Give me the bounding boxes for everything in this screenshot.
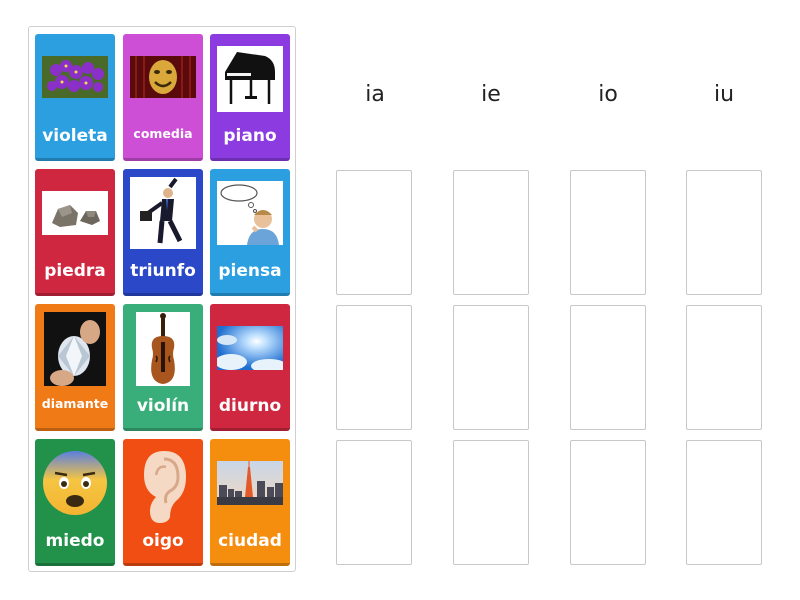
drop-slot-io-3[interactable]	[570, 440, 646, 565]
card-piano[interactable]: piano	[210, 34, 290, 161]
card-violeta[interactable]: violeta	[35, 34, 115, 161]
diamond-icon	[44, 312, 106, 386]
card-diurno[interactable]: diurno	[210, 304, 290, 431]
card-comedia[interactable]: comedia	[123, 34, 203, 161]
card-label: diurno	[218, 396, 282, 416]
card-label: piensa	[218, 261, 282, 281]
violet-flowers-icon	[42, 56, 108, 98]
drop-slot-ie-2[interactable]	[453, 305, 529, 430]
drop-slot-iu-3[interactable]	[686, 440, 762, 565]
card-label: piedra	[44, 261, 106, 281]
card-ciudad[interactable]: ciudad	[210, 439, 290, 566]
card-diamante[interactable]: diamante	[35, 304, 115, 431]
drop-slot-ia-1[interactable]	[336, 170, 412, 295]
drop-slot-iu-1[interactable]	[686, 170, 762, 295]
card-label: oigo	[142, 531, 184, 551]
sunny-sky-icon	[217, 326, 283, 370]
grand-piano-icon	[217, 46, 283, 112]
thinking-man-icon	[217, 181, 283, 245]
card-label: piano	[223, 126, 277, 146]
ear-icon	[144, 451, 186, 523]
fearful-face-icon	[43, 451, 107, 515]
drop-slot-ia-2[interactable]	[336, 305, 412, 430]
card-miedo[interactable]: miedo	[35, 439, 115, 566]
card-label: comedia	[133, 126, 193, 141]
column-header-io: io	[598, 82, 618, 107]
card-piensa[interactable]: piensa	[210, 169, 290, 296]
drop-slot-ia-3[interactable]	[336, 440, 412, 565]
column-header-iu: iu	[713, 82, 735, 107]
card-label: violín	[136, 396, 190, 416]
violin-icon	[136, 312, 190, 386]
comedy-mask-icon	[130, 56, 196, 98]
drop-slot-io-2[interactable]	[570, 305, 646, 430]
drop-slot-ie-3[interactable]	[453, 440, 529, 565]
column-header-ia: ia	[365, 82, 385, 107]
card-label: diamante	[41, 396, 109, 411]
drop-slot-iu-2[interactable]	[686, 305, 762, 430]
card-label: triunfo	[130, 261, 196, 281]
drop-slot-io-1[interactable]	[570, 170, 646, 295]
rocks-icon	[42, 191, 108, 235]
card-tray: violeta comedia piano piedra triunfo pie…	[28, 26, 296, 572]
card-piedra[interactable]: piedra	[35, 169, 115, 296]
group-sort-activity: violeta comedia piano piedra triunfo pie…	[0, 0, 800, 600]
card-label: violeta	[42, 126, 108, 146]
drop-slot-ie-1[interactable]	[453, 170, 529, 295]
city-skyline-icon	[217, 461, 283, 505]
card-violin[interactable]: violín	[123, 304, 203, 431]
card-triunfo[interactable]: triunfo	[123, 169, 203, 296]
column-header-ie: ie	[481, 82, 501, 107]
card-label: ciudad	[218, 531, 282, 551]
jumping-businessman-icon	[130, 177, 196, 249]
card-label: miedo	[45, 531, 105, 551]
card-oigo[interactable]: oigo	[123, 439, 203, 566]
